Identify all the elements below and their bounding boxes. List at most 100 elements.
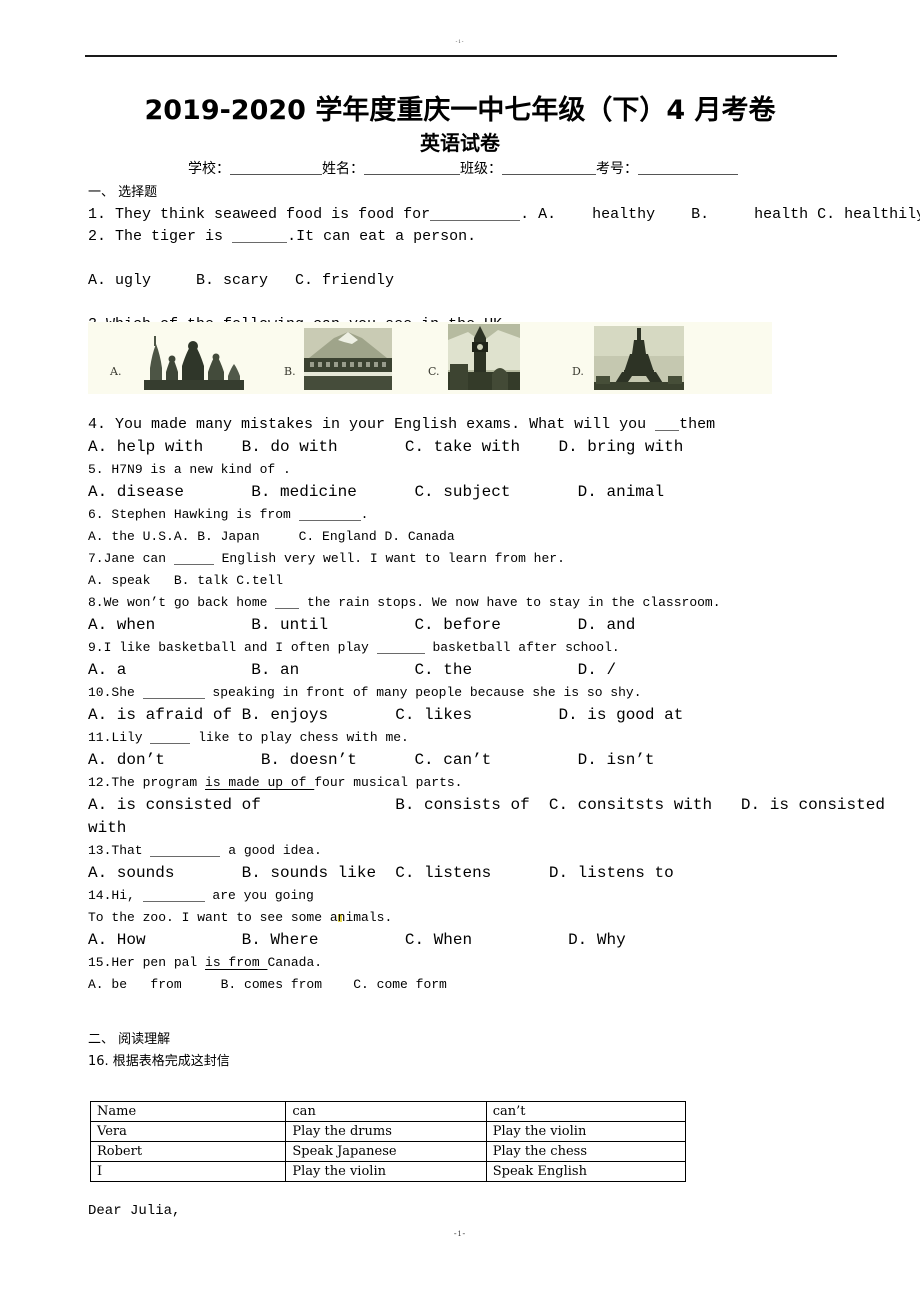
field-line-school[interactable] — [230, 161, 322, 175]
table-cell-can: Play the drums — [285, 1121, 487, 1142]
q3-option-c-letter: C. — [428, 365, 440, 378]
q4-answer-blank[interactable] — [655, 419, 680, 431]
footer-page-marker: -1- — [453, 1229, 467, 1238]
q15-number: 15. — [88, 955, 112, 970]
field-line-exam-number[interactable] — [638, 161, 738, 175]
q10-number: 10. — [88, 685, 112, 700]
saint-basils-cathedral-icon — [132, 332, 250, 390]
q4-stem-part-a: You made many mistakes in your English e… — [106, 416, 656, 433]
q14-answer-blank[interactable] — [142, 890, 205, 902]
question-7-options: A. speak B. talk C.tell — [88, 573, 284, 588]
question-5-options: A. disease B. medicine C. subject D. ani… — [88, 483, 665, 501]
question-6-options: A. the U.S.A. B. Japan C. England D. Can… — [88, 529, 455, 544]
q13-stem-part-b: a good idea. — [220, 843, 322, 858]
q8-stem-part-a: We won’t go back home — [103, 595, 276, 610]
table-cell-can: Speak Japanese — [285, 1141, 487, 1162]
q15-stem-part-b: Canada. — [267, 955, 323, 970]
q2-answer-blank[interactable] — [232, 231, 288, 243]
table-cell-cannot: Speak English — [485, 1161, 687, 1182]
q10-stem-part-b: speaking in front of many people because… — [204, 685, 642, 700]
q9-answer-blank[interactable] — [376, 642, 425, 654]
question-5: 5. H7N9 is a new kind of . — [88, 459, 878, 481]
q4-stem-part-b: them — [679, 416, 716, 433]
field-line-class[interactable] — [502, 161, 596, 175]
question-12: 12.The program is made up of four musica… — [88, 772, 878, 794]
q6-number: 6. — [88, 507, 104, 522]
page-title: 2019-2020 学年度重庆一中七年级（下）4 月考卷 — [144, 95, 776, 126]
q8-answer-blank[interactable] — [275, 597, 300, 609]
question-12-options-line-1: A. is consisted of B. consists of C. con… — [88, 796, 885, 814]
question-10-options: A. is afraid of B. enjoys C. likes D. is… — [88, 706, 684, 724]
q13-stem-part-a: That — [111, 843, 151, 858]
big-ben-icon — [448, 324, 520, 390]
ability-table-wrapper: Name can can’t Vera Play the drums Play … — [89, 1101, 687, 1182]
question-3-picture-strip: A. B. C. D. — [88, 322, 772, 394]
table-header-can: can — [285, 1101, 487, 1122]
table-cell-name: Vera — [89, 1121, 287, 1142]
question-6: 6. Stephen Hawking is from . — [88, 504, 878, 526]
student-info-row: 学校： 姓名： 班级： 考号： — [188, 158, 788, 178]
table-header-row: Name can can’t — [89, 1101, 687, 1122]
question-2-options: A. ugly B. scary C. friendly — [88, 272, 395, 289]
q5-stem: H7N9 is a new kind of . — [103, 462, 291, 477]
question-3-option-c[interactable]: C. — [428, 322, 548, 394]
q14-stem-part-a: Hi, — [111, 888, 143, 903]
q15-underlined-phrase: is from — [205, 955, 268, 970]
question-13: 13.That a good idea. — [88, 840, 878, 862]
exam-paper-page: -1- 2019-2020 学年度重庆一中七年级（下）4 月考卷 英语试卷 学校… — [0, 0, 920, 1302]
header-page-marker: -1- — [455, 40, 465, 45]
question-14-continuation: To the zoo. I want to see some animals. — [88, 907, 878, 929]
q4-number: 4. — [88, 416, 107, 433]
q15-stem-part-a: Her pen pal — [111, 955, 206, 970]
field-line-name[interactable] — [364, 161, 460, 175]
q3-option-a-letter: A. — [110, 365, 122, 378]
q1-answer-blank[interactable] — [430, 209, 521, 221]
q8-number: 8. — [88, 595, 104, 610]
question-2: 2. The tiger is .It can eat a person. — [88, 226, 878, 248]
q2-stem-part-a: The tiger is — [115, 228, 233, 245]
field-label-name: 姓名： — [322, 161, 364, 177]
q10-answer-blank[interactable] — [142, 687, 205, 699]
q6-answer-blank[interactable] — [298, 509, 361, 521]
q11-stem-part-b: like to play chess with me. — [190, 730, 409, 745]
table-cell-cannot: Play the chess — [485, 1141, 687, 1162]
q14-stem-part-d: nimals. — [337, 910, 393, 925]
q11-stem-part-a: Lily — [111, 730, 151, 745]
q14-stem-part-c: To the zoo. I want to see some a — [88, 910, 338, 925]
ability-table: Name can can’t Vera Play the drums Play … — [89, 1101, 687, 1182]
q11-answer-blank[interactable] — [150, 732, 191, 744]
q7-stem-part-a: Jane can — [103, 551, 174, 566]
q12-stem-part-b: four musical parts. — [314, 775, 463, 790]
question-14: 14.Hi, are you going — [88, 885, 878, 907]
question-3-option-a[interactable]: A. — [110, 322, 270, 394]
q2-stem-part-b: .It can eat a person. — [287, 228, 477, 245]
exam-body: 一、 选择题 1. They think seaweed food is foo… — [88, 182, 920, 1073]
question-10: 10.She speaking in front of many people … — [88, 682, 878, 704]
q3-option-b-letter: B. — [284, 365, 296, 378]
question-9-options: A. a B. an C. the D. / — [88, 661, 617, 679]
q12-number: 12. — [88, 775, 112, 790]
section-two-heading: 二、 阅读理解 — [88, 1032, 171, 1047]
table-row: Robert Speak Japanese Play the chess — [89, 1141, 687, 1162]
eiffel-tower-icon — [594, 326, 684, 390]
q10-stem-part-a: She — [111, 685, 143, 700]
section-one-heading: 一、 选择题 — [88, 185, 158, 200]
q13-number: 13. — [88, 843, 112, 858]
q2-number: 2. — [88, 228, 107, 245]
question-3-option-b[interactable]: B. — [284, 322, 404, 394]
q7-answer-blank[interactable] — [173, 553, 214, 565]
q1-number: 1. — [88, 206, 107, 223]
question-3-option-d[interactable]: D. — [572, 322, 702, 394]
q5-number: 5. — [88, 462, 104, 477]
q9-stem-part-b: basketball after school. — [424, 640, 620, 655]
question-7: 7.Jane can English very well. I want to … — [88, 548, 878, 570]
question-4: 4. You made many mistakes in your Englis… — [88, 414, 878, 436]
q13-answer-blank[interactable] — [150, 845, 221, 857]
q11-number: 11. — [88, 730, 112, 745]
q9-stem-part-a: I like basketball and I often play — [103, 640, 377, 655]
letter-salutation: Dear Julia, — [88, 1203, 181, 1219]
field-label-class: 班级： — [460, 161, 502, 177]
